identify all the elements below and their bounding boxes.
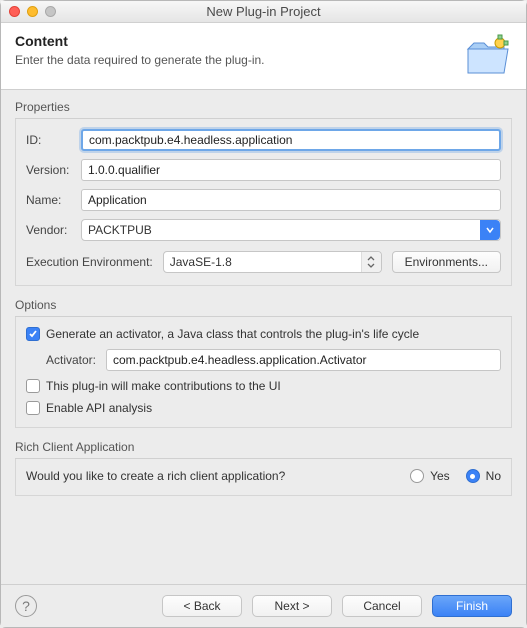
options-group: Generate an activator, a Java class that… <box>15 317 512 428</box>
ui-contrib-label: This plug-in will make contributions to … <box>46 379 281 393</box>
activator-field[interactable] <box>106 349 501 371</box>
properties-group: ID: Version: Name: Vendor: PACKTPUB Exec… <box>15 119 512 286</box>
chevron-down-icon <box>480 220 500 240</box>
environments-button[interactable]: Environments... <box>392 251 501 273</box>
activator-label: Activator: <box>46 353 106 367</box>
rcp-yes-radio[interactable] <box>410 469 424 483</box>
exec-env-label: Execution Environment: <box>26 255 153 269</box>
api-analysis-checkbox[interactable] <box>26 401 40 415</box>
version-label: Version: <box>26 163 81 177</box>
up-down-arrows-icon <box>361 252 381 272</box>
name-field[interactable] <box>81 189 501 211</box>
generate-activator-label: Generate an activator, a Java class that… <box>46 327 419 341</box>
version-field[interactable] <box>81 159 501 181</box>
rcp-section-label: Rich Client Application <box>15 440 512 454</box>
wizard-footer: ? < Back Next > Cancel Finish <box>1 584 526 627</box>
id-label: ID: <box>26 133 81 147</box>
back-button[interactable]: < Back <box>162 595 242 617</box>
rcp-group: Would you like to create a rich client a… <box>15 459 512 496</box>
rcp-yes-label: Yes <box>430 469 450 483</box>
window-title: New Plug-in Project <box>1 4 526 19</box>
exec-env-value: JavaSE-1.8 <box>170 255 232 269</box>
rcp-question: Would you like to create a rich client a… <box>26 469 285 483</box>
generate-activator-checkbox[interactable] <box>26 327 40 341</box>
wizard-header: Content Enter the data required to gener… <box>1 23 526 90</box>
folder-plugin-icon <box>464 33 512 77</box>
ui-contrib-checkbox[interactable] <box>26 379 40 393</box>
help-icon[interactable]: ? <box>15 595 37 617</box>
titlebar: New Plug-in Project <box>1 1 526 23</box>
rcp-no-label: No <box>486 469 501 483</box>
api-analysis-label: Enable API analysis <box>46 401 152 415</box>
next-button[interactable]: Next > <box>252 595 332 617</box>
properties-section-label: Properties <box>15 100 512 114</box>
vendor-combo[interactable]: PACKTPUB <box>81 219 501 241</box>
vendor-label: Vendor: <box>26 223 81 237</box>
finish-button[interactable]: Finish <box>432 595 512 617</box>
rcp-no-radio[interactable] <box>466 469 480 483</box>
wizard-body: Properties ID: Version: Name: Vendor: PA… <box>1 90 526 584</box>
options-section-label: Options <box>15 298 512 312</box>
id-field[interactable] <box>81 129 501 151</box>
page-title: Content <box>15 33 265 49</box>
page-subtitle: Enter the data required to generate the … <box>15 53 265 67</box>
exec-env-combo[interactable]: JavaSE-1.8 <box>163 251 382 273</box>
cancel-button[interactable]: Cancel <box>342 595 422 617</box>
name-label: Name: <box>26 193 81 207</box>
vendor-value: PACKTPUB <box>88 223 152 237</box>
